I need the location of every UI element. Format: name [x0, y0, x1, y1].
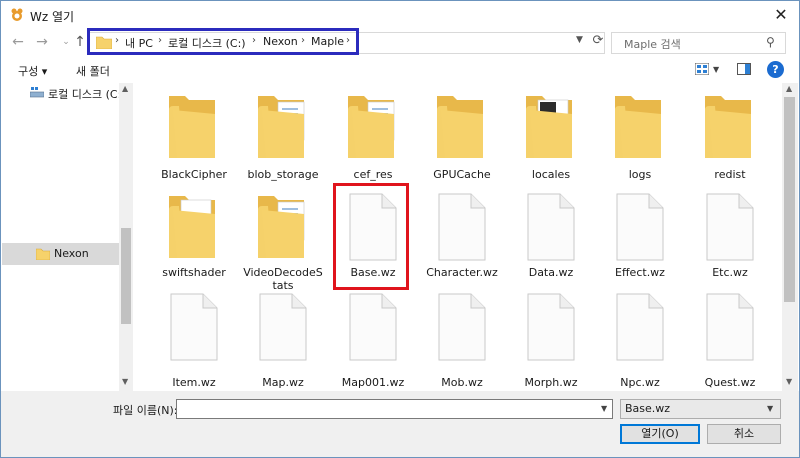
open-button[interactable]: 열기(O)	[620, 424, 700, 444]
sidebar-item-nexon[interactable]: Nexon	[54, 247, 89, 260]
file-item-label: swiftshader	[162, 266, 226, 279]
file-type-value: Base.wz	[625, 402, 671, 415]
file-item-label: Character.wz	[426, 266, 498, 279]
file-item[interactable]: Data.wz	[506, 189, 596, 289]
filename-label: 파일 이름(N):	[113, 404, 178, 417]
search-icon[interactable]: ⚲	[766, 35, 775, 49]
file-item-label: Npc.wz	[620, 376, 660, 389]
file-item-label: Quest.wz	[704, 376, 756, 389]
filename-dropdown-icon[interactable]: ▼	[601, 404, 607, 413]
file-item-label: BlackCipher	[161, 168, 227, 181]
file-item[interactable]: Mob.wz	[417, 289, 507, 389]
file-item[interactable]: Character.wz	[417, 189, 507, 289]
sidebar-item-local-disk[interactable]: 로컬 디스크 (C:)	[48, 86, 126, 102]
file-item-label: Morph.wz	[524, 376, 578, 389]
file-item-label: GPUCache	[433, 168, 491, 181]
file-item-label: Etc.wz	[712, 266, 748, 279]
sidebar-scrollbar-thumb[interactable]	[121, 228, 131, 324]
refresh-icon[interactable]: ⟳	[591, 33, 605, 51]
close-button[interactable]: ✕	[764, 0, 798, 30]
file-item-label: Data.wz	[528, 266, 574, 279]
file-item[interactable]: Effect.wz	[595, 189, 685, 289]
app-icon	[11, 8, 23, 21]
file-item[interactable]: BlackCipher	[149, 89, 239, 189]
file-item-label: Map001.wz	[341, 376, 405, 389]
file-item-label: Mob.wz	[441, 376, 483, 389]
file-item-label: cef_res	[353, 168, 393, 181]
filename-input[interactable]	[176, 399, 613, 419]
back-button[interactable]: ←	[9, 33, 27, 51]
address-dropdown-icon[interactable]: ▼	[576, 35, 583, 45]
file-item-label: locales	[531, 168, 571, 181]
file-item[interactable]: VideoDecodeStats	[238, 189, 328, 292]
new-folder-button[interactable]: 새 폴더	[76, 63, 110, 79]
window-title: Wz 열기	[30, 10, 75, 24]
scroll-down-icon[interactable]: ▼	[786, 377, 792, 386]
drive-icon	[30, 87, 44, 98]
scroll-up-icon[interactable]: ▲	[786, 84, 792, 93]
folder-icon	[36, 248, 50, 260]
file-item-label: Effect.wz	[615, 266, 665, 279]
file-item[interactable]: Map001.wz	[328, 289, 418, 389]
file-item-label: Item.wz	[172, 376, 216, 389]
file-item-label: logs	[628, 168, 652, 181]
title-bar	[0, 0, 800, 30]
cancel-button[interactable]: 취소	[707, 424, 781, 444]
scroll-up-icon[interactable]: ▲	[122, 84, 128, 93]
file-item[interactable]: logs	[595, 89, 685, 189]
address-highlight-box	[87, 28, 359, 55]
file-item-label: Map.wz	[262, 376, 304, 389]
file-item[interactable]: cef_res	[328, 89, 418, 189]
file-item[interactable]: blob_storage	[238, 89, 328, 189]
help-icon[interactable]: ?	[767, 61, 784, 78]
file-item[interactable]: Map.wz	[238, 289, 328, 389]
file-item[interactable]: GPUCache	[417, 89, 507, 189]
file-list: BlackCipher blob_storage cef_res GPUCache lo…	[134, 83, 782, 391]
file-item[interactable]: swiftshader	[149, 189, 239, 289]
file-list-scrollbar-thumb[interactable]	[784, 97, 795, 302]
file-highlight-box	[333, 183, 409, 290]
file-item[interactable]: Quest.wz	[685, 289, 775, 389]
view-options-icon[interactable]	[695, 63, 709, 75]
forward-button[interactable]: →	[33, 33, 51, 51]
navigation-pane	[0, 83, 133, 391]
file-item[interactable]: Etc.wz	[685, 189, 775, 289]
search-placeholder: Maple 검색	[624, 38, 681, 51]
file-item[interactable]: Npc.wz	[595, 289, 685, 389]
view-dropdown-icon[interactable]: ▼	[713, 65, 719, 74]
file-item[interactable]: Item.wz	[149, 289, 239, 389]
file-item[interactable]: locales	[506, 89, 596, 189]
file-type-dropdown-icon[interactable]: ▼	[767, 404, 773, 413]
scroll-down-icon[interactable]: ▼	[122, 377, 128, 386]
command-bar	[0, 59, 800, 81]
file-item[interactable]: Morph.wz	[506, 289, 596, 389]
file-item-label: redist	[714, 168, 746, 181]
preview-pane-icon[interactable]	[737, 63, 751, 75]
file-item[interactable]: redist	[685, 89, 775, 189]
organize-button[interactable]: 구성 ▾	[18, 63, 47, 79]
file-item-label: blob_storage	[247, 168, 319, 181]
